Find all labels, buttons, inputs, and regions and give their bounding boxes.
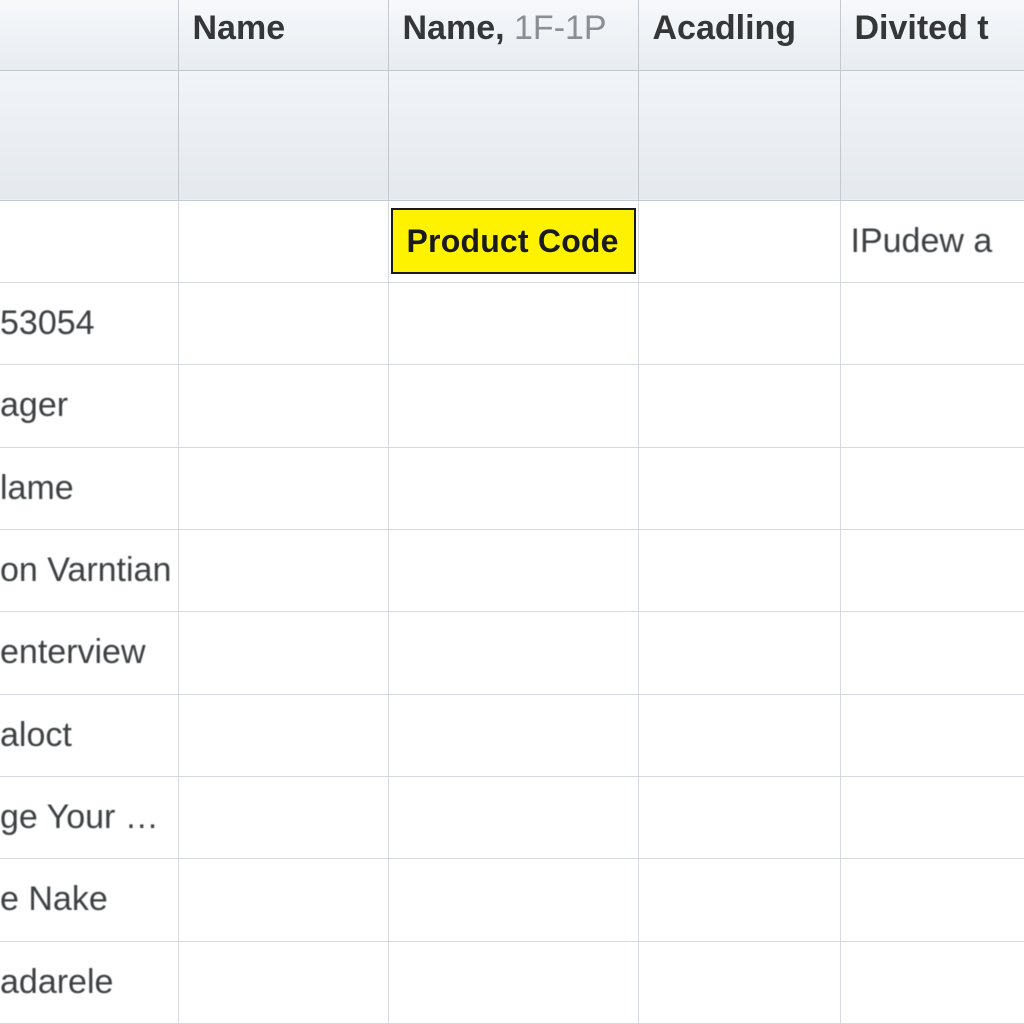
cell[interactable]: [840, 365, 1024, 447]
table-row: enterview: [0, 612, 1024, 694]
cell[interactable]: [388, 365, 638, 447]
cell[interactable]: [638, 694, 840, 776]
cell[interactable]: [638, 859, 840, 941]
spreadsheet-grid[interactable]: Name Name, 1F-1P Acadling Divited t: [0, 0, 1024, 1024]
cell[interactable]: [178, 447, 388, 529]
column-header-label: Divited t: [855, 9, 989, 47]
cell[interactable]: [840, 776, 1024, 858]
cell[interactable]: on Varntian: [0, 529, 178, 611]
cell[interactable]: [840, 282, 1024, 364]
column-header-acadling[interactable]: Acadling: [638, 0, 840, 70]
header-spacer: [0, 70, 178, 200]
cell[interactable]: [178, 612, 388, 694]
cell[interactable]: [388, 282, 638, 364]
cell[interactable]: [388, 694, 638, 776]
table-row: Product Code IPudew a: [0, 200, 1024, 282]
table-row: on Varntian: [0, 529, 1024, 611]
cell[interactable]: enterview: [0, 612, 178, 694]
cell[interactable]: [638, 200, 840, 282]
cell[interactable]: [638, 612, 840, 694]
cell[interactable]: [840, 859, 1024, 941]
column-header-label: Acadling: [653, 9, 797, 47]
cell[interactable]: [840, 529, 1024, 611]
cell[interactable]: [178, 200, 388, 282]
cell[interactable]: [638, 365, 840, 447]
cell[interactable]: [840, 941, 1024, 1023]
cell[interactable]: [638, 776, 840, 858]
cell[interactable]: [178, 529, 388, 611]
cell[interactable]: [178, 776, 388, 858]
table-row: aloct: [0, 694, 1024, 776]
table-row: lame: [0, 447, 1024, 529]
column-header-name[interactable]: Name: [178, 0, 388, 70]
cell[interactable]: lame: [0, 447, 178, 529]
cell[interactable]: [388, 859, 638, 941]
column-header-label: Name: [193, 9, 286, 47]
column-header-divited[interactable]: Divited t: [840, 0, 1024, 70]
cell[interactable]: [388, 612, 638, 694]
cell[interactable]: [388, 447, 638, 529]
cell[interactable]: [388, 776, 638, 858]
cell[interactable]: [178, 694, 388, 776]
cell[interactable]: [840, 447, 1024, 529]
cell[interactable]: aloct: [0, 694, 178, 776]
cell[interactable]: [178, 941, 388, 1023]
cell[interactable]: [638, 529, 840, 611]
column-header-blank-a[interactable]: [0, 0, 178, 70]
cell[interactable]: ge Your …: [0, 776, 178, 858]
cell[interactable]: adarele: [0, 941, 178, 1023]
highlight-box[interactable]: Product Code: [391, 208, 636, 274]
cell[interactable]: [638, 941, 840, 1023]
highlight-label: Product Code: [407, 223, 619, 260]
cell[interactable]: [638, 282, 840, 364]
cell[interactable]: [0, 200, 178, 282]
cell[interactable]: [840, 694, 1024, 776]
cell-product-code-highlight[interactable]: Product Code: [388, 200, 638, 282]
header-spacer: [388, 70, 638, 200]
table-row: ager: [0, 365, 1024, 447]
cell[interactable]: [840, 612, 1024, 694]
header-spacer: [638, 70, 840, 200]
cell[interactable]: [388, 941, 638, 1023]
table-row: adarele: [0, 941, 1024, 1023]
cell[interactable]: [638, 447, 840, 529]
header-spacer: [840, 70, 1024, 200]
table-row: 53054: [0, 282, 1024, 364]
cell[interactable]: IPudew a: [840, 200, 1024, 282]
cell[interactable]: [178, 365, 388, 447]
cell[interactable]: [178, 859, 388, 941]
column-header-sublabel: 1F-1P: [514, 9, 607, 47]
cell[interactable]: [178, 282, 388, 364]
column-header-label: Name,: [403, 9, 505, 47]
table-body: Product Code IPudew a 53054 ager lame: [0, 200, 1024, 1024]
cell[interactable]: 53054: [0, 282, 178, 364]
table-row: e Nake: [0, 859, 1024, 941]
header-spacer: [178, 70, 388, 200]
column-header-name-1f1p[interactable]: Name, 1F-1P: [388, 0, 638, 70]
cell[interactable]: ager: [0, 365, 178, 447]
cell[interactable]: [388, 529, 638, 611]
table-row: ge Your …: [0, 776, 1024, 858]
cell[interactable]: e Nake: [0, 859, 178, 941]
